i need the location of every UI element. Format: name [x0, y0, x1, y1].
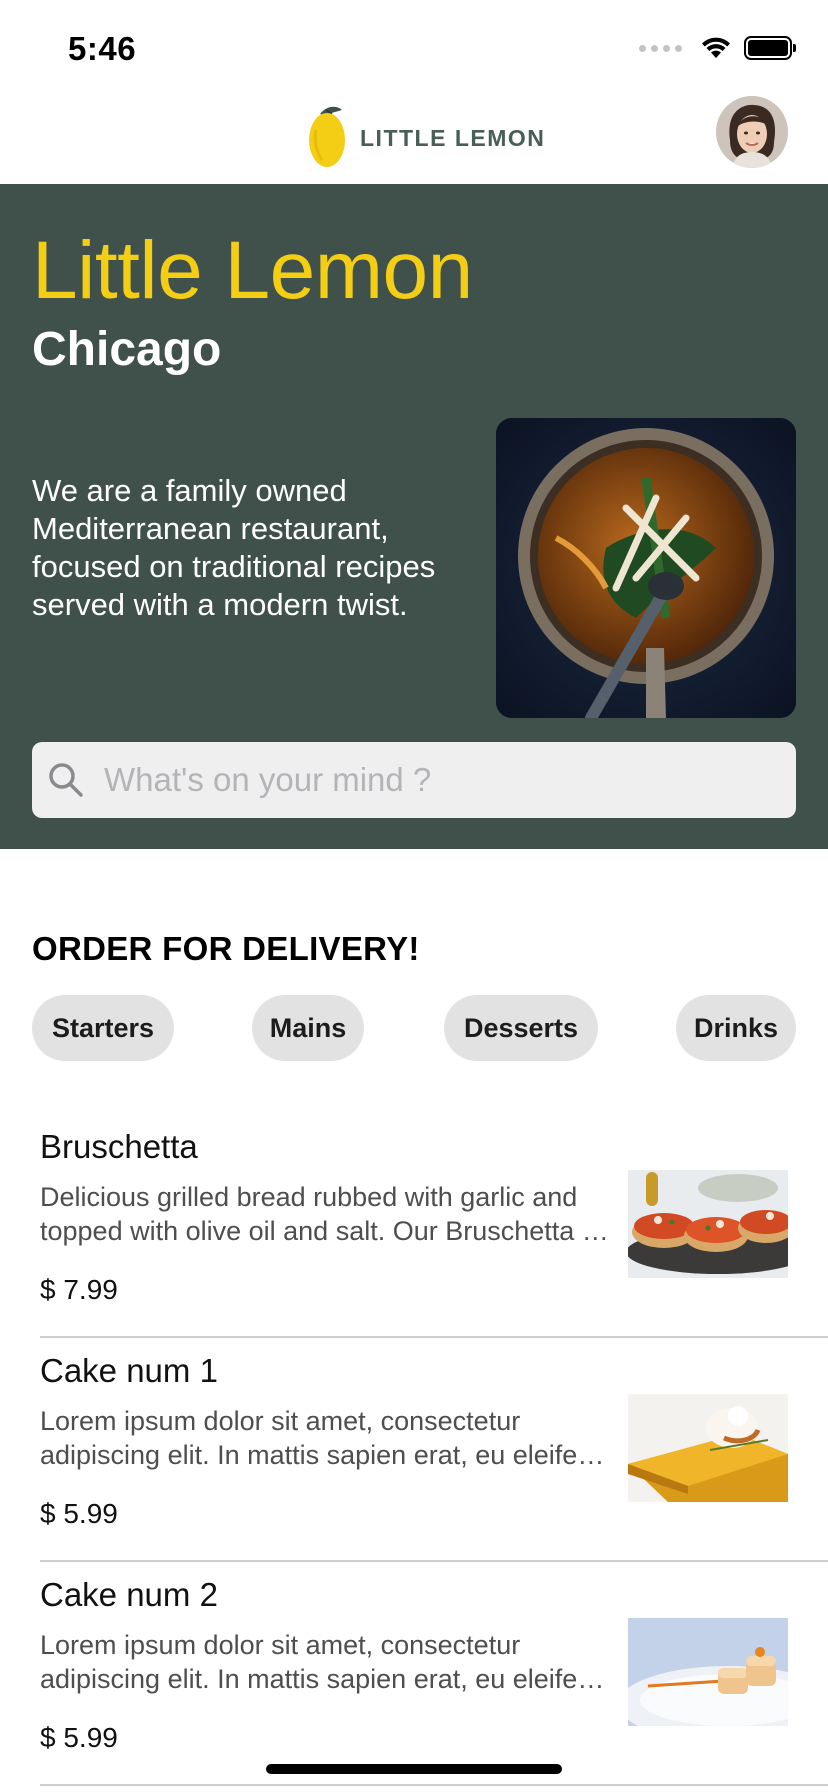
hero-title: Little Lemon [32, 225, 473, 316]
menu-item-cake-2[interactable]: Cake num 2 Lorem ipsum dolor sit amet, c… [0, 1562, 828, 1786]
menu-item-description: Lorem ipsum dolor sit amet, consectetur … [40, 1630, 608, 1694]
menu-item-image [628, 1394, 788, 1502]
menu-item-bruschetta[interactable]: Bruschetta Delicious grilled bread rubbe… [0, 1114, 828, 1338]
battery-icon [744, 36, 796, 60]
search-input[interactable]: What's on your mind ? [104, 761, 431, 799]
menu-item-price: $ 7.99 [40, 1274, 118, 1305]
status-time: 5:46 [68, 30, 137, 67]
menu-item-name: Cake num 2 [40, 1576, 218, 1613]
logo-text: LITTLE LEMON [360, 124, 546, 151]
home-indicator[interactable] [266, 1764, 562, 1774]
menu-item-description: Lorem ipsum dolor sit amet, consectetur … [40, 1406, 608, 1470]
menu-item-price: $ 5.99 [40, 1498, 118, 1529]
status-bar: 5:46 [0, 0, 828, 96]
status-icons [639, 36, 796, 60]
profile-avatar[interactable] [716, 96, 788, 168]
wifi-icon [702, 37, 730, 58]
order-section-title: ORDER FOR DELIVERY! [32, 930, 420, 967]
menu-item-cake-1[interactable]: Cake num 1 Lorem ipsum dolor sit amet, c… [0, 1338, 828, 1562]
menu-item-name: Cake num 1 [40, 1352, 218, 1389]
category-mains[interactable]: Mains [252, 995, 364, 1061]
search-bar[interactable]: What's on your mind ? [32, 742, 796, 818]
menu-item-image [628, 1170, 788, 1278]
menu-item-image [628, 1618, 788, 1726]
logo: LITTLE LEMON [306, 100, 545, 170]
hero-image [496, 418, 796, 718]
hero-description: We are a family owned Mediterranean rest… [32, 473, 436, 622]
hero-banner: Little Lemon Chicago We are a family own… [0, 184, 828, 849]
app-header: LITTLE LEMON [0, 96, 828, 184]
category-drinks[interactable]: Drinks [676, 995, 796, 1061]
divider [40, 1784, 828, 1786]
menu-item-description: Delicious grilled bread rubbed with garl… [40, 1182, 602, 1246]
lemon-icon [309, 106, 345, 167]
menu-item-price: $ 5.99 [40, 1722, 118, 1753]
hero-subtitle: Chicago [32, 323, 222, 376]
menu-item-name: Bruschetta [40, 1128, 198, 1165]
search-icon [49, 763, 83, 797]
category-desserts[interactable]: Desserts [444, 995, 598, 1061]
cellular-signal-icon [639, 44, 682, 52]
category-starters[interactable]: Starters [32, 995, 174, 1061]
